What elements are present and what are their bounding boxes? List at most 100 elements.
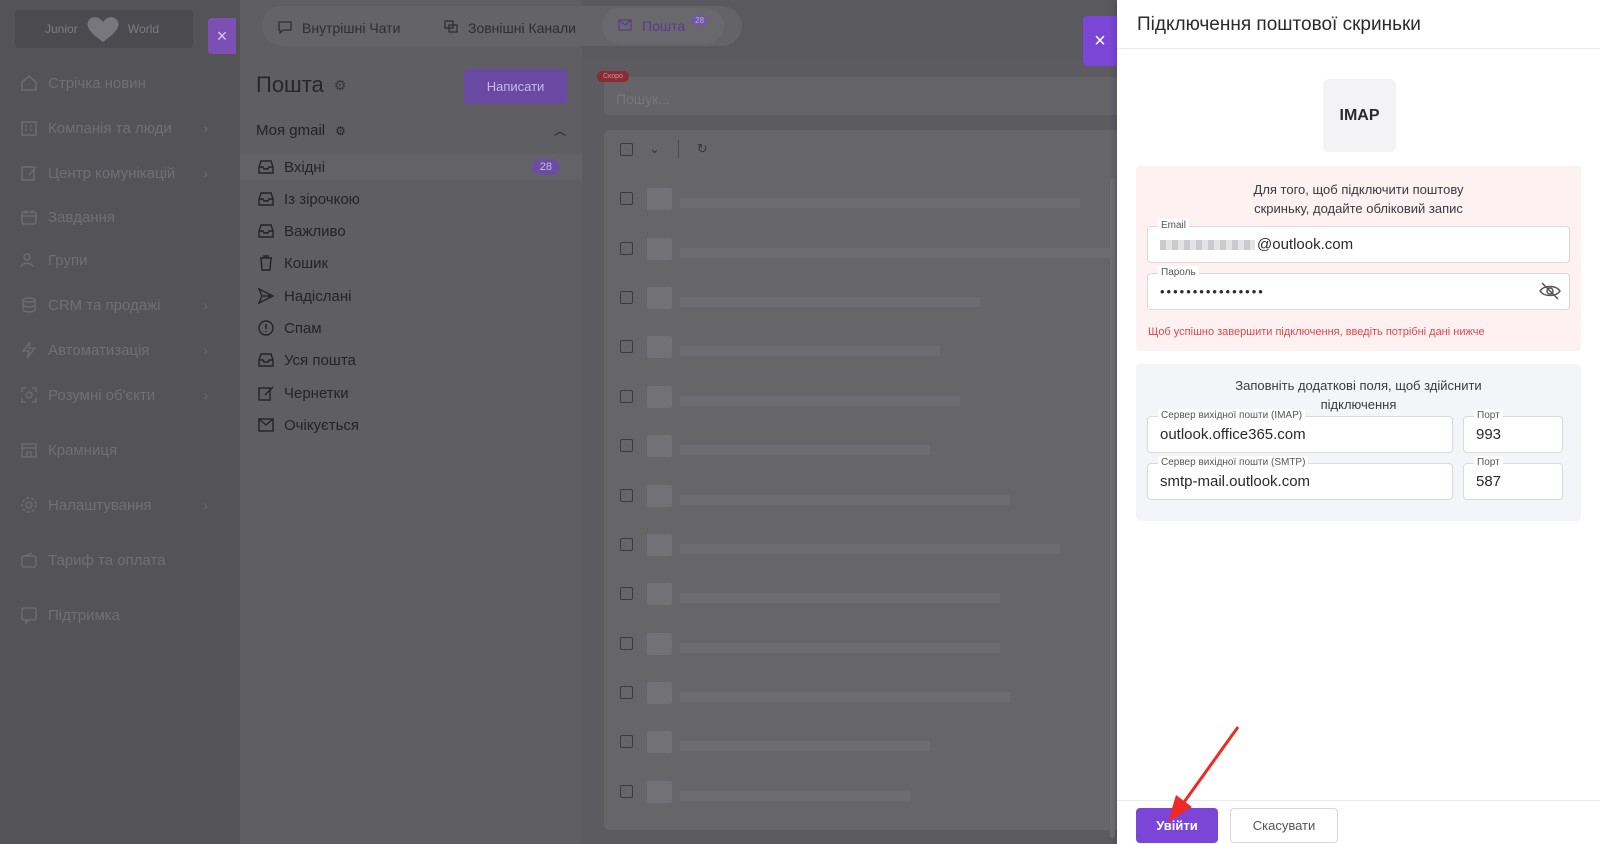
top-tabs: Внутрішні Чати Зовнішні Канали Пошта 28	[262, 6, 742, 46]
list-item[interactable]	[620, 332, 1120, 362]
panel-close-button[interactable]: ×	[1083, 16, 1117, 66]
row-checkbox[interactable]	[620, 439, 633, 452]
list-item[interactable]	[620, 382, 1120, 412]
search-input[interactable]: Пошук...	[604, 77, 1124, 115]
list-item[interactable]	[620, 234, 1120, 264]
tab-badge: 28	[691, 14, 709, 26]
password-label: Пароль	[1158, 266, 1199, 280]
connect-mailbox-panel: Підключення поштової скриньки IMAP Для т…	[1117, 0, 1600, 844]
target-icon	[18, 384, 40, 406]
mail-icon	[618, 18, 632, 34]
database-icon	[18, 294, 40, 316]
list-item[interactable]	[620, 727, 1120, 757]
folder-label: Очікується	[284, 416, 360, 434]
login-button[interactable]: Увійти	[1136, 808, 1218, 843]
scrollbar[interactable]	[1110, 178, 1115, 838]
tab-internal-chats[interactable]: Внутрішні Чати	[278, 18, 400, 38]
row-checkbox[interactable]	[620, 637, 633, 650]
gear-icon[interactable]: ⚙	[335, 124, 346, 138]
list-item[interactable]	[620, 579, 1120, 609]
folder-trash[interactable]: Кошик	[256, 250, 566, 276]
chevron-down-icon[interactable]: ⌄	[649, 141, 660, 157]
row-checkbox[interactable]	[620, 242, 633, 255]
sidebar-item-tasks[interactable]: Завдання	[18, 204, 208, 230]
sidebar-item-label: Тариф та оплата	[48, 551, 166, 569]
row-checkbox[interactable]	[620, 735, 633, 748]
sidebar-item-crm[interactable]: CRM та продажі ›	[18, 292, 208, 318]
smtp-server-field[interactable]: Сервер вихідної пошти (SMTP) smtp-mail.o…	[1147, 456, 1453, 500]
row-checkbox[interactable]	[620, 686, 633, 699]
select-all-checkbox[interactable]	[620, 142, 633, 156]
sidebar-item-label: Завдання	[48, 208, 115, 226]
sidebar-item-automation[interactable]: Автоматизація ›	[18, 337, 208, 363]
sidebar-item-store[interactable]: Крамниця	[18, 437, 208, 463]
list-item[interactable]	[620, 283, 1120, 313]
folder-all-mail[interactable]: Уся пошта	[256, 347, 566, 373]
imap-server-field[interactable]: Сервер вихідної пошти (IMAP) outlook.off…	[1147, 409, 1453, 453]
folder-important[interactable]: Важливо	[256, 218, 566, 244]
sidebar-close-button[interactable]: ×	[208, 18, 236, 54]
sidebar-item-billing[interactable]: Тариф та оплата	[18, 547, 208, 573]
imap-port-field[interactable]: Порт 993	[1463, 409, 1563, 453]
password-field[interactable]: Пароль ••••••••••••••••	[1147, 266, 1570, 310]
list-item[interactable]	[620, 629, 1120, 659]
sidebar-item-label: Центр комунікацій	[48, 164, 176, 182]
chevron-right-icon: ›	[203, 342, 208, 358]
list-item[interactable]	[620, 481, 1120, 511]
chevron-right-icon: ›	[203, 120, 208, 136]
sidebar-item-communications[interactable]: Центр комунікацій ›	[18, 160, 208, 186]
cancel-button[interactable]: Скасувати	[1230, 808, 1338, 843]
inbox-icon	[256, 353, 276, 367]
sidebar-item-smart-objects[interactable]: Розумні об'єкти ›	[18, 382, 208, 408]
list-item[interactable]	[620, 431, 1120, 461]
refresh-icon[interactable]: ↻	[697, 141, 708, 157]
eye-off-icon[interactable]	[1539, 282, 1561, 300]
chevron-up-icon[interactable]: ︿	[554, 122, 566, 139]
brand-name-left: Junior	[45, 22, 78, 36]
list-item[interactable]	[620, 678, 1120, 708]
folder-starred[interactable]: Із зірочкою	[256, 186, 566, 212]
folder-label: Спам	[284, 319, 322, 337]
list-item[interactable]	[620, 184, 1120, 214]
sidebar-item-label: Автоматизація	[48, 341, 150, 359]
home-icon	[18, 72, 40, 94]
folder-pending[interactable]: Очікується	[256, 412, 566, 438]
row-checkbox[interactable]	[620, 785, 633, 798]
sidebar-item-settings[interactable]: Налаштування ›	[18, 492, 208, 518]
brand-logo[interactable]: Junior World	[15, 10, 193, 48]
chat-icon	[278, 20, 292, 37]
sidebar-item-label: Налаштування	[48, 496, 152, 514]
sidebar-item-feed[interactable]: Стрічка новин	[18, 70, 208, 96]
mail-account-header[interactable]: Моя gmail ⚙ ︿	[256, 122, 566, 139]
gear-icon[interactable]: ⚙	[334, 77, 347, 94]
list-item[interactable]	[620, 530, 1120, 560]
folder-spam[interactable]: Спам	[256, 315, 566, 341]
sidebar-item-support[interactable]: Підтримка	[18, 602, 208, 628]
row-checkbox[interactable]	[620, 390, 633, 403]
store-icon	[18, 439, 40, 461]
smtp-port-field[interactable]: Порт 587	[1463, 456, 1563, 500]
sidebar-item-groups[interactable]: Групи	[18, 247, 208, 273]
tab-external-channels[interactable]: Зовнішні Канали	[444, 18, 576, 38]
row-checkbox[interactable]	[620, 192, 633, 205]
folder-sent[interactable]: Надіслані	[256, 283, 566, 309]
brand-name-right: World	[127, 22, 159, 36]
row-checkbox[interactable]	[620, 489, 633, 502]
folder-inbox[interactable]: Вхідні 28	[240, 154, 582, 180]
imap-port-value: 993	[1476, 426, 1502, 443]
sidebar-item-company[interactable]: Компанія та люди ›	[18, 115, 208, 141]
email-field[interactable]: Email @outlook.com	[1147, 219, 1570, 263]
row-checkbox[interactable]	[620, 291, 633, 304]
folder-drafts[interactable]: Чернетки	[256, 380, 566, 406]
row-checkbox[interactable]	[620, 340, 633, 353]
tab-mail[interactable]: Пошта 28	[602, 8, 725, 44]
row-checkbox[interactable]	[620, 587, 633, 600]
row-checkbox[interactable]	[620, 538, 633, 551]
close-icon: ×	[1094, 29, 1106, 52]
warning-text: Щоб успішно завершити підключення, введі…	[1148, 326, 1485, 338]
email-domain: @outlook.com	[1257, 236, 1354, 253]
gear-icon	[18, 494, 40, 516]
list-item[interactable]	[620, 777, 1120, 807]
chevron-right-icon: ›	[203, 297, 208, 313]
compose-button[interactable]: Написати	[464, 69, 567, 104]
